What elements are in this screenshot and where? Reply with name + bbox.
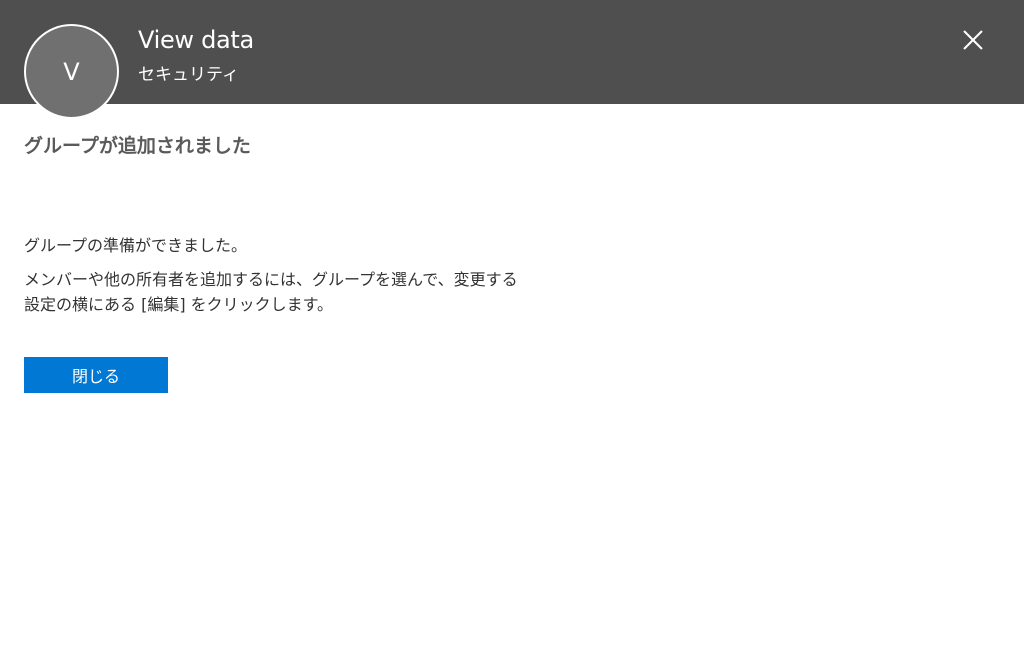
instruction-line-1: メンバーや他の所有者を追加するには、グループを選んで、変更する xyxy=(24,270,518,289)
avatar: V xyxy=(24,24,119,119)
close-button[interactable] xyxy=(958,26,988,56)
panel-title: View data xyxy=(138,26,254,54)
page-heading: グループが追加されました xyxy=(24,135,251,157)
ready-message: グループの準備ができました。 xyxy=(24,236,248,255)
close-dialog-button[interactable]: 閉じる xyxy=(24,357,168,393)
close-icon xyxy=(963,30,983,50)
panel-header: V View data セキュリティ xyxy=(0,0,1024,119)
panel-subtitle: セキュリティ xyxy=(138,65,239,85)
avatar-initial: V xyxy=(63,57,80,86)
instruction-line-2: 設定の横にある [編集] をクリックします。 xyxy=(24,295,334,314)
